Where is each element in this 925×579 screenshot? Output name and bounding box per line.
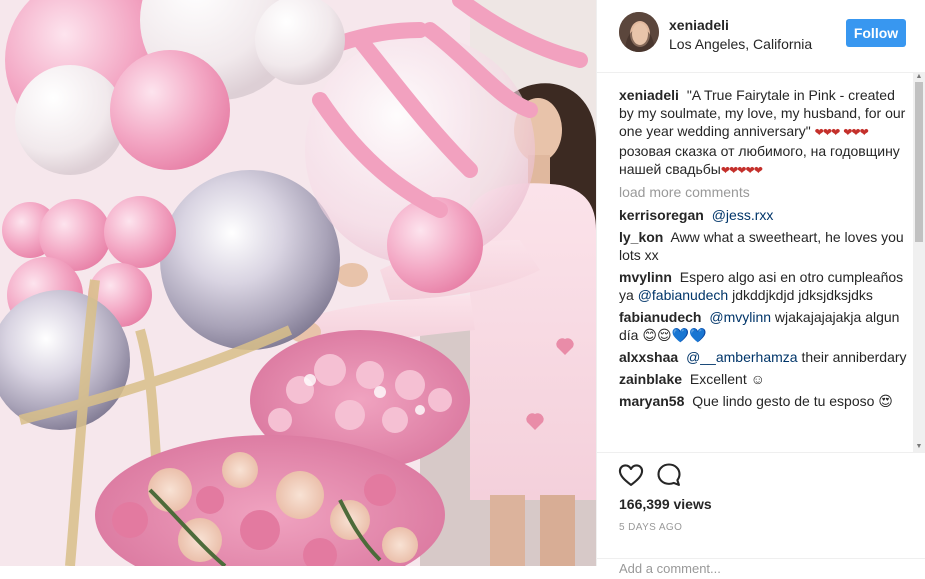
avatar-image <box>619 12 659 52</box>
comment-mention[interactable]: @fabianudech <box>638 287 729 303</box>
comment-mention[interactable]: @__amberhamza <box>686 349 798 365</box>
caption-username[interactable]: xeniadeli <box>619 87 679 103</box>
comment-mention[interactable]: @mvylinn <box>709 309 771 325</box>
heart-outline-icon[interactable] <box>617 461 645 489</box>
comment-username[interactable]: kerrisoregan <box>619 207 704 223</box>
view-count: 166,399 views <box>619 496 712 512</box>
caption-hearts-3: ❤❤❤❤❤ <box>720 165 763 177</box>
post-username[interactable]: xeniadeli <box>669 17 729 33</box>
comment-username[interactable]: ly_kon <box>619 229 663 245</box>
comment-username[interactable]: alxxshaa <box>619 349 678 365</box>
comment-mention[interactable]: @jess.rxx <box>712 207 774 223</box>
comment-item: ly_kon Aww what a sweetheart, he loves y… <box>619 228 909 264</box>
comment-item: kerrisoregan @jess.rxx <box>619 206 909 224</box>
post-side-panel: xeniadeli Los Angeles, California Follow… <box>596 0 925 576</box>
caption-hearts-2: ❤❤❤ <box>843 127 869 139</box>
comment-item: mvylinn Espero algo asi en otro cumpleañ… <box>619 268 909 304</box>
caption-hearts-1: ❤❤❤ <box>814 127 841 139</box>
comment-text: Excellent ☺ <box>689 371 765 387</box>
post-location[interactable]: Los Angeles, California <box>669 36 812 52</box>
speech-bubble-icon[interactable] <box>655 461 683 489</box>
comment-item: maryan58 Que lindo gesto de tu esposo 😍 <box>619 392 909 410</box>
comment-text: Que lindo gesto de tu esposo 😍 <box>692 393 893 409</box>
add-comment-area: Add a comment... <box>597 558 925 579</box>
add-comment-input[interactable]: Add a comment... <box>619 561 721 576</box>
comment-text: their anniberdary <box>801 349 907 365</box>
scrollbar-thumb[interactable] <box>915 82 923 242</box>
follow-button[interactable]: Follow <box>846 19 906 47</box>
scroll-down-arrow-icon[interactable]: ▼ <box>913 442 925 452</box>
comment-item: fabianudech @mvylinn wjakajajajakja algu… <box>619 308 909 344</box>
caption: xeniadeli "A True Fairytale in Pink - cr… <box>619 86 909 180</box>
comment-text: jdkddjkdjd jdksjdksjdks <box>732 287 873 303</box>
scroll-up-arrow-icon[interactable]: ▲ <box>913 72 925 82</box>
comment-item: alxxshaa @__amberhamza their anniberdary <box>619 348 909 366</box>
load-more-comments[interactable]: load more comments <box>619 184 909 200</box>
comments-list: xeniadeli "A True Fairytale in Pink - cr… <box>619 86 909 450</box>
comments-scrollbar[interactable]: ▲ ▼ <box>913 72 925 452</box>
comment-item: zainblake Excellent ☺ <box>619 370 909 388</box>
comment-username[interactable]: fabianudech <box>619 309 701 325</box>
comment-username[interactable]: mvylinn <box>619 269 672 285</box>
post-time[interactable]: 5 DAYS AGO <box>619 522 682 533</box>
post-photo <box>0 0 596 566</box>
comment-username[interactable]: maryan58 <box>619 393 684 409</box>
avatar[interactable] <box>619 12 659 52</box>
post-actions: 166,399 views 5 DAYS AGO Add a comment..… <box>597 452 925 576</box>
comment-username[interactable]: zainblake <box>619 371 682 387</box>
post-header: xeniadeli Los Angeles, California Follow <box>597 0 925 73</box>
post-photo-illustration <box>0 0 596 566</box>
